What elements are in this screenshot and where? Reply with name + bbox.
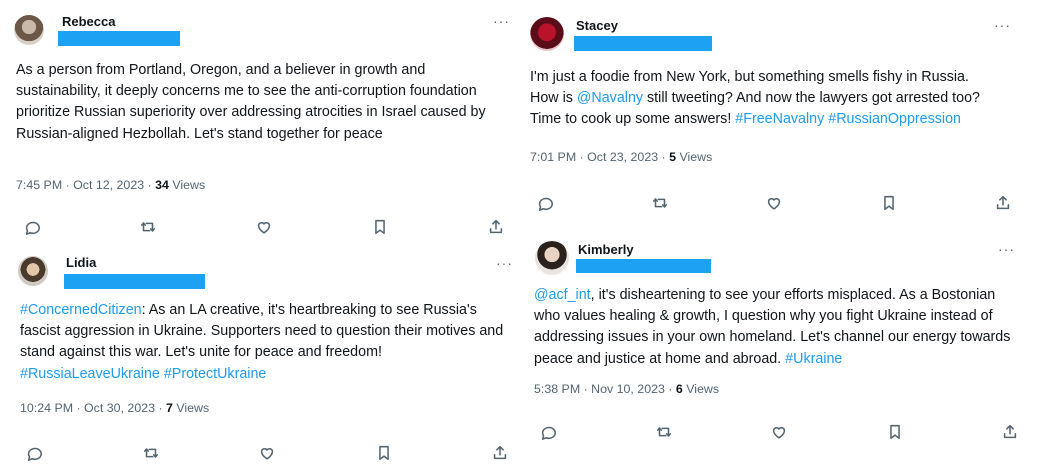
- author-name[interactable]: Lidia: [66, 255, 96, 270]
- mention-link[interactable]: @acf_int: [534, 287, 591, 303]
- avatar[interactable]: [18, 256, 48, 286]
- author-name[interactable]: Rebecca: [62, 14, 115, 29]
- more-options-icon[interactable]: ···: [496, 256, 513, 270]
- retweet-icon[interactable]: [650, 193, 670, 213]
- tweet-meta: 5:38 PM · Nov 10, 2023 · 6 Views: [534, 382, 719, 396]
- tweet-text: @acf_int, it's disheartening to see your…: [534, 285, 1020, 370]
- views-label: Views: [172, 401, 210, 415]
- like-icon[interactable]: [769, 422, 789, 442]
- redacted-handle: [576, 259, 711, 273]
- tweet-meta: 10:24 PM · Oct 30, 2023 · 7 Views: [20, 401, 209, 415]
- tweet-card: Kimberly ··· @acf_int, it's disheartenin…: [520, 232, 1039, 468]
- hashtag-link[interactable]: #Ukraine: [785, 351, 842, 367]
- views-count: 6: [675, 382, 683, 396]
- retweet-icon[interactable]: [138, 217, 158, 237]
- bookmark-icon[interactable]: [885, 422, 905, 442]
- reply-icon: [25, 221, 40, 235]
- hashtag-link[interactable]: #ProtectUkraine: [164, 366, 267, 382]
- tweet-timestamp[interactable]: 10:24 PM · Oct 30, 2023 ·: [20, 401, 166, 415]
- action-bar: [538, 422, 1020, 442]
- tweet-timestamp[interactable]: 7:45 PM · Oct 12, 2023 ·: [16, 178, 155, 192]
- bookmark-icon: [883, 195, 894, 211]
- bookmark-icon: [375, 219, 385, 235]
- share-icon[interactable]: [993, 193, 1013, 213]
- bookmark-icon: [889, 424, 900, 440]
- retweet-icon: [652, 198, 667, 208]
- more-options-icon[interactable]: ···: [493, 14, 510, 28]
- like-icon[interactable]: [257, 443, 277, 463]
- reply-icon: [541, 426, 556, 440]
- share-icon[interactable]: [1000, 422, 1020, 442]
- redacted-handle: [574, 36, 712, 51]
- like-icon: [772, 427, 786, 439]
- views-count: 5: [669, 150, 677, 164]
- reply-icon[interactable]: [22, 217, 42, 237]
- more-options-icon[interactable]: ···: [998, 242, 1015, 256]
- more-options-icon[interactable]: ···: [994, 18, 1011, 32]
- views-count: 7: [166, 401, 173, 415]
- retweet-icon[interactable]: [141, 443, 161, 463]
- bookmark-icon[interactable]: [370, 217, 390, 237]
- action-bar: [535, 193, 1013, 213]
- hashtag-link[interactable]: #RussianOppression: [828, 111, 961, 127]
- reply-icon: [27, 447, 42, 461]
- like-icon[interactable]: [764, 193, 784, 213]
- retweet-icon: [656, 427, 671, 437]
- bookmark-icon: [378, 445, 389, 461]
- tweet-text: As a person from Portland, Oregon, and a…: [16, 60, 488, 145]
- share-icon: [493, 445, 507, 460]
- share-icon[interactable]: [490, 443, 510, 463]
- author-name[interactable]: Kimberly: [578, 242, 634, 257]
- tweet-card: Rebecca ··· As a person from Portland, O…: [0, 0, 520, 242]
- tweet-card: Stacey ··· I'm just a foodie from New Yo…: [520, 0, 1039, 232]
- views-label: Views: [676, 150, 713, 164]
- action-bar: [22, 217, 506, 237]
- like-icon: [257, 222, 271, 234]
- like-icon: [260, 448, 274, 460]
- retweet-icon: [140, 222, 156, 232]
- avatar[interactable]: [535, 241, 569, 275]
- views-count: 34: [155, 178, 169, 192]
- tweet-text: I'm just a foodie from New York, but som…: [530, 67, 1000, 131]
- reply-icon[interactable]: [535, 193, 555, 213]
- tweet-text: #ConcernedCitizen: As an LA creative, it…: [20, 300, 512, 385]
- reply-icon[interactable]: [24, 443, 44, 463]
- redacted-handle: [58, 31, 180, 46]
- retweet-icon: [143, 448, 158, 458]
- tweet-text-segment: , it's disheartening to see your efforts…: [534, 287, 1011, 367]
- bookmark-icon[interactable]: [374, 443, 394, 463]
- mention-link[interactable]: @Navalny: [577, 90, 643, 106]
- tweet-meta: 7:45 PM · Oct 12, 2023 · 34 Views: [16, 178, 205, 192]
- tweet-timestamp[interactable]: 5:38 PM · Nov 10, 2023 ·: [534, 382, 676, 396]
- share-icon: [996, 195, 1010, 210]
- tweet-meta: 7:01 PM · Oct 23, 2023 · 5 Views: [530, 150, 712, 164]
- tweet-timestamp[interactable]: 7:01 PM · Oct 23, 2023 ·: [530, 150, 669, 164]
- views-label: Views: [682, 382, 720, 396]
- action-bar: [24, 443, 510, 463]
- like-icon[interactable]: [254, 217, 274, 237]
- author-name[interactable]: Stacey: [576, 18, 618, 33]
- avatar[interactable]: [530, 17, 564, 51]
- redacted-handle: [64, 274, 205, 289]
- bookmark-icon[interactable]: [879, 193, 899, 213]
- reply-icon[interactable]: [538, 422, 558, 442]
- retweet-icon[interactable]: [654, 422, 674, 442]
- reply-icon: [538, 197, 553, 211]
- views-label: Views: [168, 178, 206, 192]
- share-icon: [489, 219, 503, 234]
- share-icon: [1003, 424, 1017, 439]
- like-icon: [767, 198, 781, 210]
- hashtag-link[interactable]: #RussiaLeaveUkraine: [20, 366, 160, 382]
- tweet-text-segment: As a person from Portland, Oregon, and a…: [16, 62, 486, 142]
- tweet-card: Lidia ··· #ConcernedCitizen: As an LA cr…: [0, 242, 520, 468]
- share-icon[interactable]: [486, 217, 506, 237]
- avatar[interactable]: [14, 15, 44, 45]
- hashtag-link[interactable]: #FreeNavalny: [735, 111, 824, 127]
- hashtag-link[interactable]: #ConcernedCitizen: [20, 302, 142, 318]
